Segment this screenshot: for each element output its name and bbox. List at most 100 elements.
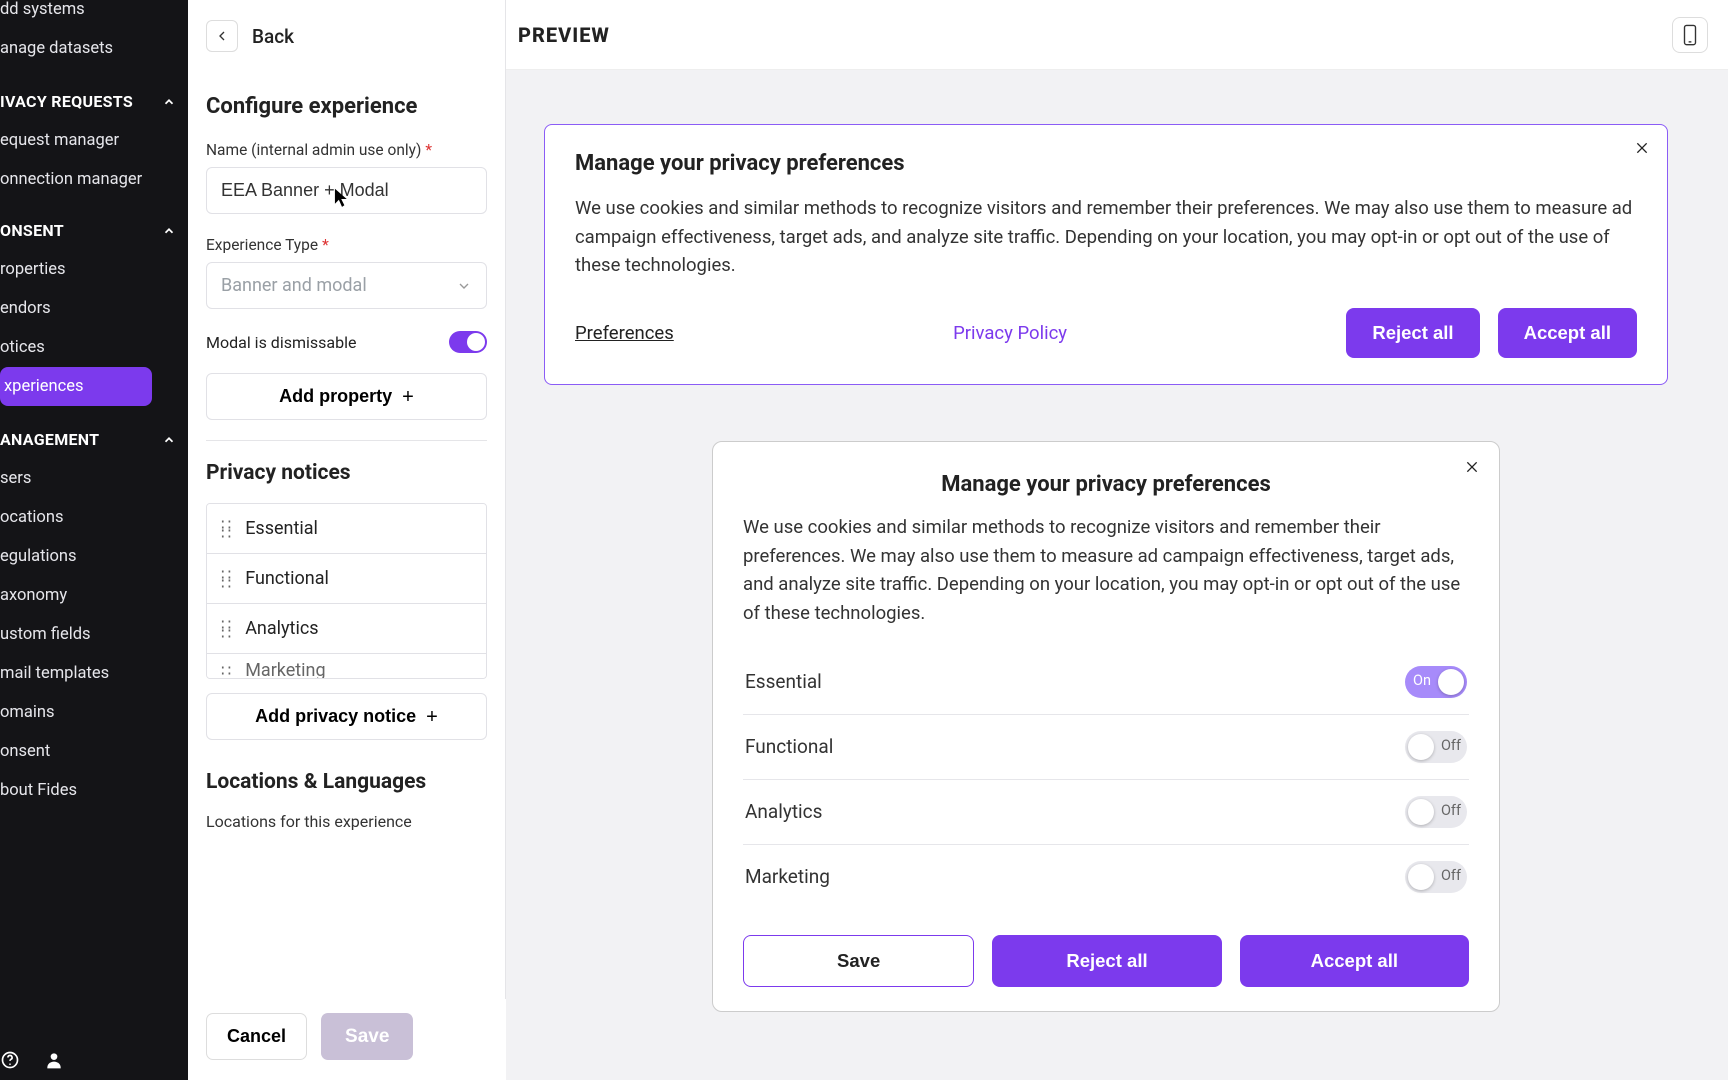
sidebar-item-properties[interactable]: roperties bbox=[0, 250, 188, 289]
banner-preferences-link[interactable]: Preferences bbox=[575, 322, 674, 344]
locations-section-title: Locations & Languages bbox=[206, 770, 487, 794]
preview-banner: Manage your privacy preferences We use c… bbox=[544, 124, 1668, 385]
notice-item-label: Analytics bbox=[245, 618, 318, 639]
config-title: Configure experience bbox=[206, 94, 487, 119]
config-header: Back bbox=[188, 0, 505, 66]
close-icon bbox=[1634, 140, 1650, 156]
notice-item-essential[interactable]: ∷∷ Essential bbox=[207, 504, 486, 554]
notice-item-label: Functional bbox=[245, 568, 329, 589]
sidebar-item-locations[interactable]: ocations bbox=[0, 498, 188, 537]
preview-canvas: Manage your privacy preferences We use c… bbox=[506, 70, 1728, 1042]
divider bbox=[206, 440, 487, 441]
preview-title: PREVIEW bbox=[518, 23, 610, 47]
banner-close-button[interactable] bbox=[1631, 137, 1653, 159]
drag-handle-icon[interactable]: ∷∷ bbox=[221, 570, 229, 588]
modal-category-toggle-marketing[interactable]: Off bbox=[1405, 861, 1467, 893]
sidebar-section-privacy-requests[interactable]: IVACY REQUESTS bbox=[0, 82, 188, 121]
modal-category-toggle-analytics[interactable]: Off bbox=[1405, 796, 1467, 828]
config-footer: Cancel Save bbox=[188, 999, 506, 1080]
sidebar-item-consent[interactable]: onsent bbox=[0, 732, 188, 771]
arrow-left-icon bbox=[214, 28, 230, 44]
sidebar-section-management[interactable]: ANAGEMENT bbox=[0, 420, 188, 459]
banner-actions: Preferences Privacy Policy Reject all Ac… bbox=[575, 308, 1637, 358]
banner-reject-button[interactable]: Reject all bbox=[1346, 308, 1479, 358]
sidebar: dd systems anage datasets IVACY REQUESTS… bbox=[0, 0, 188, 1080]
sidebar-item-taxonomy[interactable]: axonomy bbox=[0, 576, 188, 615]
notice-list: ∷∷ Essential ∷∷ Functional ∷∷ Analytics … bbox=[206, 503, 487, 679]
chevron-up-icon bbox=[162, 433, 176, 447]
notices-section-title: Privacy notices bbox=[206, 461, 487, 485]
type-select[interactable]: Banner and modal bbox=[206, 262, 487, 309]
sidebar-item-custom-fields[interactable]: ustom fields bbox=[0, 615, 188, 654]
banner-title: Manage your privacy preferences bbox=[575, 151, 1637, 176]
banner-policy-link[interactable]: Privacy Policy bbox=[953, 322, 1067, 344]
sidebar-item-notices[interactable]: otices bbox=[0, 328, 188, 367]
preview-modal: Manage your privacy preferences We use c… bbox=[712, 441, 1500, 1012]
type-label: Experience Type* bbox=[206, 236, 487, 254]
drag-handle-icon[interactable]: ∷ bbox=[221, 666, 229, 675]
locations-label: Locations for this experience bbox=[206, 812, 487, 831]
type-select-value: Banner and modal bbox=[221, 275, 367, 296]
name-input[interactable] bbox=[206, 167, 487, 214]
modal-reject-button[interactable]: Reject all bbox=[992, 935, 1221, 987]
sidebar-item-email-templates[interactable]: mail templates bbox=[0, 654, 188, 693]
save-button[interactable]: Save bbox=[321, 1013, 413, 1060]
preview-header: PREVIEW bbox=[506, 0, 1728, 70]
modal-category-row: Functional Off bbox=[743, 715, 1469, 780]
sidebar-bottom bbox=[0, 1050, 64, 1070]
modal-category-row: Essential On bbox=[743, 650, 1469, 715]
modal-category-row: Analytics Off bbox=[743, 780, 1469, 845]
sidebar-item-add-systems[interactable]: dd systems bbox=[0, 0, 188, 29]
config-body: Configure experience Name (internal admi… bbox=[188, 66, 505, 843]
back-label: Back bbox=[252, 25, 294, 48]
sidebar-item-request-manager[interactable]: equest manager bbox=[0, 121, 188, 160]
sidebar-item-domains[interactable]: omains bbox=[0, 693, 188, 732]
modal-save-button[interactable]: Save bbox=[743, 935, 974, 987]
close-icon bbox=[1464, 459, 1480, 475]
help-icon[interactable] bbox=[0, 1050, 20, 1070]
plus-icon: + bbox=[402, 387, 414, 407]
notice-item-analytics[interactable]: ∷∷ Analytics bbox=[207, 604, 486, 654]
cancel-button[interactable]: Cancel bbox=[206, 1013, 307, 1060]
modal-category-row: Marketing Off bbox=[743, 845, 1469, 909]
drag-handle-icon[interactable]: ∷∷ bbox=[221, 520, 229, 538]
modal-category-label: Marketing bbox=[745, 865, 830, 888]
add-property-button[interactable]: Add property+ bbox=[206, 373, 487, 420]
sidebar-section-label: ANAGEMENT bbox=[0, 430, 99, 449]
user-icon[interactable] bbox=[44, 1050, 64, 1070]
back-button[interactable] bbox=[206, 20, 238, 52]
toggle-state-label: Off bbox=[1441, 867, 1461, 884]
notice-item-marketing[interactable]: ∷ Marketing bbox=[207, 654, 486, 678]
banner-accept-button[interactable]: Accept all bbox=[1498, 308, 1637, 358]
modal-category-toggle-essential[interactable]: On bbox=[1405, 666, 1467, 698]
plus-icon: + bbox=[426, 707, 438, 727]
modal-close-button[interactable] bbox=[1461, 456, 1483, 478]
preview-area: PREVIEW Manage your privacy preferences … bbox=[506, 0, 1728, 1080]
notice-item-label: Marketing bbox=[245, 660, 325, 680]
type-field: Experience Type* Banner and modal bbox=[206, 236, 487, 309]
modal-category-label: Analytics bbox=[745, 800, 822, 823]
sidebar-item-vendors[interactable]: endors bbox=[0, 289, 188, 328]
notice-item-label: Essential bbox=[245, 518, 318, 539]
dismissable-toggle-row: Modal is dismissable bbox=[206, 331, 487, 353]
sidebar-item-regulations[interactable]: egulations bbox=[0, 537, 188, 576]
modal-category-toggle-functional[interactable]: Off bbox=[1405, 731, 1467, 763]
sidebar-item-manage-datasets[interactable]: anage datasets bbox=[0, 29, 188, 68]
notice-item-functional[interactable]: ∷∷ Functional bbox=[207, 554, 486, 604]
sidebar-item-about-fides[interactable]: bout Fides bbox=[0, 771, 188, 810]
modal-category-label: Essential bbox=[745, 670, 822, 693]
modal-accept-button[interactable]: Accept all bbox=[1240, 935, 1469, 987]
banner-body: We use cookies and similar methods to re… bbox=[575, 194, 1637, 280]
dismissable-label: Modal is dismissable bbox=[206, 333, 356, 352]
sidebar-item-connection-manager[interactable]: onnection manager bbox=[0, 160, 188, 199]
sidebar-section-consent[interactable]: ONSENT bbox=[0, 211, 188, 250]
device-mobile-button[interactable] bbox=[1672, 17, 1708, 53]
modal-actions: Save Reject all Accept all bbox=[743, 935, 1469, 987]
add-notice-button[interactable]: Add privacy notice+ bbox=[206, 693, 487, 740]
sidebar-item-experiences[interactable]: xperiences bbox=[0, 367, 152, 406]
chevron-up-icon bbox=[162, 224, 176, 238]
name-label: Name (internal admin use only)* bbox=[206, 141, 487, 159]
dismissable-toggle[interactable] bbox=[449, 331, 487, 353]
sidebar-item-users[interactable]: sers bbox=[0, 459, 188, 498]
drag-handle-icon[interactable]: ∷∷ bbox=[221, 620, 229, 638]
